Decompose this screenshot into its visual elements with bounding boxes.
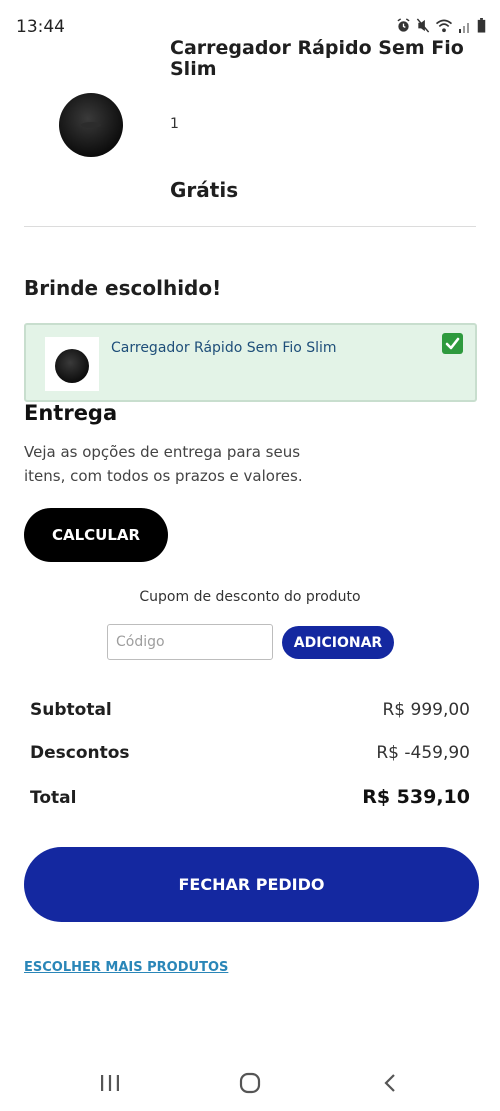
coupon-label: Cupom de desconto do produto bbox=[139, 589, 361, 605]
product-price: Grátis bbox=[170, 178, 239, 202]
subtotal-row: Subtotal R$ 999,00 bbox=[30, 700, 470, 720]
total-row: Total R$ 539,10 bbox=[30, 786, 470, 808]
gift-selected-checkbox[interactable] bbox=[442, 333, 463, 354]
status-time: 13:44 bbox=[16, 17, 65, 37]
status-icons bbox=[396, 18, 486, 33]
gift-heading: Brinde escolhido! bbox=[24, 276, 222, 300]
product-quantity: 1 bbox=[170, 116, 179, 132]
wireless-charger-icon bbox=[59, 93, 123, 157]
product-image bbox=[58, 92, 124, 158]
total-value: R$ 539,10 bbox=[362, 786, 470, 808]
gift-item-name: Carregador Rápido Sem Fio Slim bbox=[111, 340, 337, 356]
battery-icon bbox=[477, 18, 486, 33]
subtotal-label: Subtotal bbox=[30, 700, 112, 720]
home-button[interactable] bbox=[235, 1068, 265, 1098]
coupon-code-input[interactable] bbox=[107, 624, 273, 660]
gift-card[interactable]: Carregador Rápido Sem Fio Slim bbox=[24, 323, 477, 402]
calculate-button[interactable]: CALCULAR bbox=[24, 508, 168, 562]
wireless-charger-icon bbox=[55, 349, 89, 383]
gift-thumbnail bbox=[45, 337, 99, 391]
signal-icon bbox=[459, 22, 469, 33]
mute-icon bbox=[416, 18, 430, 33]
alarm-icon bbox=[397, 18, 410, 32]
divider bbox=[24, 226, 476, 227]
recent-apps-icon bbox=[101, 1075, 119, 1091]
home-icon bbox=[239, 1072, 261, 1094]
wifi-icon bbox=[435, 19, 453, 33]
product-name[interactable]: Carregador Rápido Sem Fio Slim bbox=[170, 38, 470, 80]
check-icon bbox=[445, 337, 460, 350]
recent-apps-button[interactable] bbox=[95, 1068, 125, 1098]
delivery-description: Veja as opções de entrega para seus iten… bbox=[24, 443, 303, 485]
delivery-heading: Entrega bbox=[24, 401, 118, 425]
add-coupon-button[interactable]: ADICIONAR bbox=[282, 626, 394, 659]
total-label: Total bbox=[30, 788, 77, 808]
navigation-bar bbox=[0, 1050, 500, 1111]
discounts-value: R$ -459,90 bbox=[376, 743, 470, 763]
discounts-label: Descontos bbox=[30, 743, 130, 763]
back-button[interactable] bbox=[375, 1068, 405, 1098]
choose-more-products-link[interactable]: ESCOLHER MAIS PRODUTOS bbox=[24, 960, 228, 975]
checkout-button[interactable]: FECHAR PEDIDO bbox=[24, 847, 479, 922]
subtotal-value: R$ 999,00 bbox=[382, 700, 470, 720]
discounts-row: Descontos R$ -459,90 bbox=[30, 743, 470, 763]
back-icon bbox=[384, 1074, 395, 1092]
